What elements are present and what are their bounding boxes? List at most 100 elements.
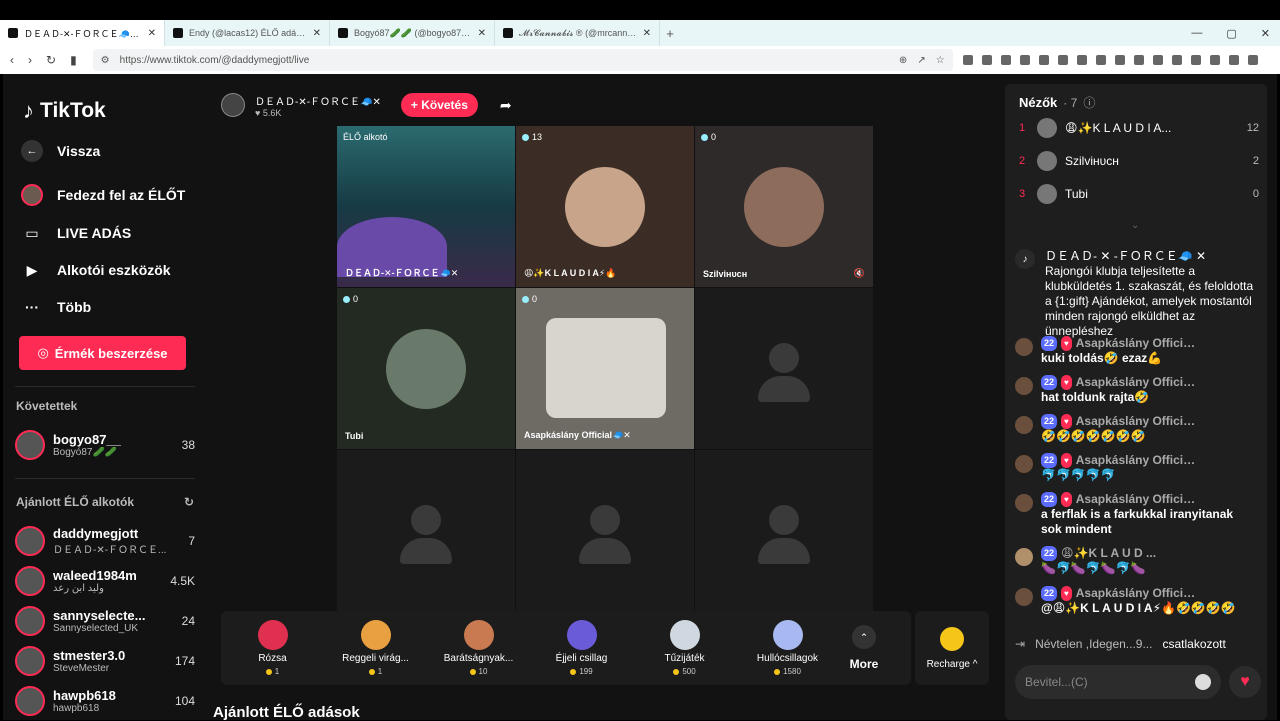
info-icon[interactable]: ⓘ <box>1083 94 1095 111</box>
forward-icon[interactable]: › <box>28 53 32 67</box>
host-name[interactable]: ＤＥＡＤ-✕-ＦＯＲＣＥ🧢✕ <box>255 93 381 108</box>
suggested-account[interactable]: sannyselecte... Sannyselected_UK 24 <box>15 603 195 639</box>
coin-icon <box>570 668 577 675</box>
viewer-row[interactable]: 3 Tubi 0 <box>1019 182 1259 206</box>
sidebar-item-more[interactable]: ··· Több <box>19 294 91 320</box>
guest-cell-empty[interactable] <box>337 450 515 611</box>
gift-item[interactable]: Barátságnyak... 10 <box>427 620 530 676</box>
extension-icon[interactable] <box>1076 55 1087 65</box>
close-window-icon[interactable]: ✕ <box>1261 27 1270 40</box>
avatar <box>15 646 45 676</box>
gift-item[interactable]: Rózsa 1 <box>221 620 324 676</box>
extension-icon[interactable] <box>1228 55 1239 65</box>
extension-icon[interactable] <box>1114 55 1125 65</box>
sidebar-item-creator-tools[interactable]: ▶ Alkotói eszközök <box>19 257 171 283</box>
close-tab-icon[interactable]: ✕ <box>313 28 321 39</box>
tiktok-logo[interactable]: ♪ TikTok <box>23 98 106 124</box>
guest-cell-empty[interactable] <box>516 450 694 611</box>
guest-cell[interactable]: 13 😩✨K L A U D I A⚡🔥 <box>516 126 694 287</box>
minimize-icon[interactable]: — <box>1191 27 1202 39</box>
viewer-row[interactable]: 1 😩✨K L A U D I A... 12 <box>1019 116 1259 140</box>
recharge-button[interactable]: Recharge ^ <box>915 611 989 685</box>
share-icon[interactable]: ↗ <box>917 55 925 66</box>
browser-tab[interactable]: 𝓜𝓻𝓒𝓪𝓷𝓷𝓪𝓫𝓲𝓼 ® (@mrcannabis_)✕ <box>495 20 660 46</box>
guest-cell[interactable]: 0 Asapkáslány Official🧢✕ <box>516 288 694 449</box>
viewer-dot-icon <box>343 295 350 303</box>
star-icon[interactable]: ☆ <box>936 55 945 66</box>
guest-cell-host[interactable]: ÉLŐ alkotó ＤＥＡＤ-✕-ＦＯＲＣＥ🧢✕ <box>337 126 515 287</box>
extension-icon[interactable] <box>1190 55 1201 65</box>
chat-message[interactable]: 22 ♥ Asapkáslány Official... a ferflak is a… <box>1015 492 1255 537</box>
viewer-dot-icon <box>522 295 529 303</box>
extension-icon[interactable] <box>1057 55 1068 65</box>
chat-message[interactable]: 22 ♥ Asapkáslány Official... kuki toldás🤣 e… <box>1015 336 1255 366</box>
extension-icon[interactable] <box>1000 55 1011 65</box>
guest-cell-empty[interactable] <box>695 450 873 611</box>
user-placeholder-icon <box>590 505 620 535</box>
chevron-down-icon[interactable]: ⌄ <box>1131 220 1139 231</box>
maximize-icon[interactable]: ▢ <box>1226 27 1236 40</box>
guest-cell[interactable]: 0 Tubi <box>337 288 515 449</box>
following-account[interactable]: bogyo87__ Bogyó87🥒🥒 38 <box>15 427 195 463</box>
close-tab-icon[interactable]: ✕ <box>478 28 486 39</box>
tiktok-icon <box>503 28 513 38</box>
chat-input[interactable]: Bevitel...(C) <box>1015 665 1221 699</box>
zoom-icon[interactable]: ⊕ <box>899 55 907 66</box>
browser-tab[interactable]: ＤＥＡＤ-✕-ＦＯＲＣＥ🧢✕ (@d✕ <box>0 20 165 46</box>
get-coins-button[interactable]: ◎ Érmék beszerzése <box>19 336 186 370</box>
gift-item[interactable]: Tűzijáték 500 <box>633 620 736 676</box>
like-heart-button[interactable]: ♥ <box>1229 666 1261 698</box>
more-gifts-button[interactable]: ⌃ More <box>839 625 889 671</box>
chat-message[interactable]: 22 ♥ Asapkáslány Official... hat toldunk ra… <box>1015 375 1255 405</box>
follow-button[interactable]: + Követés <box>400 93 478 117</box>
suggested-account[interactable]: daddymegjott ＤＥＡＤ-✕-ＦＯＲＣＥ... 7 <box>15 523 195 559</box>
bookmark-icon[interactable]: ▮ <box>70 53 77 67</box>
suggested-account[interactable]: hawpb618 hawpb618 104 <box>15 683 195 719</box>
extension-icon[interactable] <box>1209 55 1220 65</box>
avatar <box>1015 377 1033 395</box>
coin-icon <box>469 668 476 675</box>
browser-tab[interactable]: Bogyó87🥒🥒 (@bogyo87_) ÉLŐ a✕ <box>330 20 495 46</box>
chat-message[interactable]: 22 ♥ Asapkáslány Official... 🤣🤣🤣🤣🤣🤣🤣 <box>1015 414 1255 444</box>
suggested-account[interactable]: waleed1984m وليد ابن رعد 4.5K <box>15 563 195 599</box>
chat-message[interactable]: 22 ♥ Asapkáslány Official... @😩✨K L A U D I… <box>1015 586 1255 616</box>
chat-message[interactable]: 22 ♥ Asapkáslány Official... 🐬🐬🐬🐬🐬 <box>1015 453 1255 483</box>
sidebar-item-explore-live[interactable]: Fedezd fel az ÉLŐT <box>19 182 185 208</box>
menu-icon[interactable] <box>1247 55 1258 65</box>
back-link[interactable]: ← Vissza <box>19 138 100 164</box>
browser-tab[interactable]: Endy (@lacas12) ÉLŐ adásban va✕ <box>165 20 330 46</box>
extension-icon[interactable] <box>1095 55 1106 65</box>
extension-icon[interactable] <box>1152 55 1163 65</box>
suggested-account[interactable]: stmester3.0 SteveMester 174 <box>15 643 195 679</box>
emoji-icon[interactable] <box>1195 674 1211 690</box>
coin-icon <box>673 668 680 675</box>
extension-icon[interactable] <box>1171 55 1182 65</box>
gift-item[interactable]: Hullócsillagok 1580 <box>736 620 839 676</box>
reload-icon[interactable]: ↻ <box>46 53 56 67</box>
gift-item[interactable]: Reggeli virág... 1 <box>324 620 427 676</box>
gift-item[interactable]: Éjjeli csillag 199 <box>530 620 633 676</box>
site-settings-icon[interactable]: ⚙ <box>101 55 110 66</box>
tiktok-icon: ♪ <box>1015 249 1035 269</box>
chat-message[interactable]: 22 😩✨K L A U D ... 🍆🐬🍆🐬🍆🐬🍆 <box>1015 546 1255 576</box>
host-avatar[interactable] <box>221 93 245 117</box>
avatar <box>1015 548 1033 566</box>
close-tab-icon[interactable]: ✕ <box>643 28 651 39</box>
sidebar-item-go-live[interactable]: ▭ LIVE ADÁS <box>19 220 131 246</box>
divider <box>15 386 195 387</box>
extension-icon[interactable] <box>1019 55 1030 65</box>
guest-cell[interactable]: 0 Szilviʜᴜᴄʜ 🔇 <box>695 126 873 287</box>
extension-icon[interactable] <box>962 55 973 65</box>
share-icon[interactable]: ➦ <box>500 97 512 114</box>
extension-icon[interactable] <box>1133 55 1144 65</box>
guest-cell-empty[interactable] <box>695 288 873 449</box>
refresh-icon[interactable]: ↻ <box>184 495 194 509</box>
extension-icon[interactable] <box>1038 55 1049 65</box>
coin-icon <box>774 668 781 675</box>
extension-icon[interactable] <box>981 55 992 65</box>
new-tab-button[interactable]: + <box>660 26 680 41</box>
close-tab-icon[interactable]: ✕ <box>148 28 156 39</box>
url-field[interactable]: ⚙ https://www.tiktok.com/@daddymegjott/l… <box>92 49 953 71</box>
back-icon[interactable]: ‹ <box>10 53 14 67</box>
viewer-row[interactable]: 2 Szilviʜᴜᴄʜ 2 <box>1019 149 1259 173</box>
